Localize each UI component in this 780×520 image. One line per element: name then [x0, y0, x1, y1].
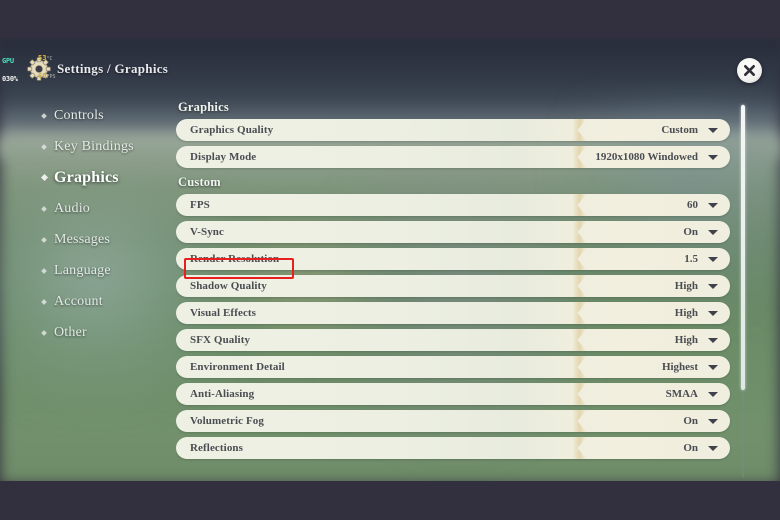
chevron-down-icon[interactable] — [708, 419, 718, 424]
setting-row-graphics-quality[interactable]: Graphics Quality Custom — [176, 119, 730, 141]
setting-value: 60 — [687, 199, 698, 211]
setting-label: Shadow Quality — [190, 280, 267, 292]
setting-label: SFX Quality — [190, 334, 251, 346]
settings-header: Settings / Graphics — [0, 48, 780, 88]
settings-sidebar: Controls Key Bindings Graphics Audio Message… — [38, 100, 168, 348]
chevron-down-icon[interactable] — [708, 203, 718, 208]
setting-value: On — [683, 415, 698, 427]
sidebar-item-other[interactable]: Other — [38, 317, 168, 348]
sidebar-bullet-icon — [41, 236, 47, 243]
sidebar-bullet-icon — [41, 205, 47, 212]
row-divider-notch — [572, 410, 586, 432]
chevron-down-icon[interactable] — [708, 311, 718, 316]
sidebar-bullet-icon — [40, 173, 49, 182]
setting-label: V-Sync — [190, 226, 225, 238]
settings-group-title: Graphics — [178, 100, 229, 114]
chevron-down-icon[interactable] — [708, 128, 718, 133]
setting-label: Anti-Aliasing — [190, 388, 255, 400]
setting-label: FPS — [190, 199, 210, 211]
chevron-down-icon[interactable] — [708, 284, 718, 289]
setting-value: On — [683, 226, 698, 238]
setting-value: High — [674, 334, 698, 346]
panel-scrollbar-thumb[interactable] — [741, 105, 745, 390]
setting-row-sfx-quality[interactable]: SFX Quality High — [176, 329, 730, 351]
sidebar-item-label: Messages — [54, 231, 111, 247]
chevron-down-icon[interactable] — [708, 257, 718, 262]
setting-row-v-sync[interactable]: V-Sync On — [176, 221, 730, 243]
setting-value: Custom — [661, 124, 698, 136]
row-divider-notch — [572, 437, 586, 459]
page-title: Settings / Graphics — [57, 61, 169, 76]
letterbox-bottom — [0, 481, 780, 520]
settings-group-title: Custom — [178, 175, 221, 189]
setting-value: 1.5 — [684, 253, 698, 265]
sidebar-item-messages[interactable]: Messages — [38, 224, 168, 255]
sidebar-item-label: Controls — [54, 107, 104, 123]
setting-label: Environment Detail — [190, 361, 285, 373]
setting-value: Highest — [661, 361, 698, 373]
sidebar-item-graphics[interactable]: Graphics — [38, 162, 168, 193]
row-divider-notch — [572, 383, 586, 405]
chevron-down-icon[interactable] — [708, 365, 718, 370]
chevron-down-icon[interactable] — [708, 392, 718, 397]
setting-value: High — [674, 307, 698, 319]
gear-icon — [26, 56, 52, 82]
sidebar-bullet-icon — [41, 112, 47, 119]
setting-row-fps[interactable]: FPS 60 — [176, 194, 730, 216]
letterbox-top — [0, 0, 780, 38]
sidebar-item-controls[interactable]: Controls — [38, 100, 168, 131]
setting-row-anti-aliasing[interactable]: Anti-Aliasing SMAA — [176, 383, 730, 405]
setting-value: SMAA — [665, 388, 698, 400]
chevron-down-icon[interactable] — [708, 230, 718, 235]
sidebar-bullet-icon — [41, 267, 47, 274]
sidebar-item-label: Account — [54, 293, 103, 309]
sidebar-item-key-bindings[interactable]: Key Bindings — [38, 131, 168, 162]
sidebar-item-label: Language — [54, 262, 111, 278]
setting-value: On — [683, 442, 698, 454]
setting-label: Graphics Quality — [190, 124, 274, 136]
row-divider-notch — [572, 302, 586, 324]
setting-row-shadow-quality[interactable]: Shadow Quality High — [176, 275, 730, 297]
setting-row-environment-detail[interactable]: Environment Detail Highest — [176, 356, 730, 378]
setting-label: Reflections — [190, 442, 244, 454]
row-divider-notch — [572, 248, 586, 270]
sidebar-bullet-icon — [41, 298, 47, 305]
sidebar-item-label: Graphics — [54, 168, 119, 186]
game-settings-screen: GPU 030% 53°C 60FPS Settings / Graphics … — [0, 0, 780, 520]
row-divider-notch — [572, 194, 586, 216]
row-divider-notch — [572, 119, 586, 141]
row-divider-notch — [572, 356, 586, 378]
row-divider-notch — [572, 329, 586, 351]
setting-value: High — [674, 280, 698, 292]
sidebar-item-label: Other — [54, 324, 87, 340]
sidebar-item-label: Key Bindings — [54, 138, 134, 154]
sidebar-item-label: Audio — [54, 200, 90, 216]
row-divider-notch — [572, 275, 586, 297]
chevron-down-icon[interactable] — [708, 446, 718, 451]
sidebar-bullet-icon — [41, 329, 47, 336]
chevron-down-icon[interactable] — [708, 338, 718, 343]
setting-row-display-mode[interactable]: Display Mode 1920x1080 Windowed — [176, 146, 730, 168]
sidebar-item-language[interactable]: Language — [38, 255, 168, 286]
setting-row-render-resolution[interactable]: Render Resolution 1.5 — [176, 248, 730, 270]
setting-row-volumetric-fog[interactable]: Volumetric Fog On — [176, 410, 730, 432]
setting-row-reflections[interactable]: Reflections On — [176, 437, 730, 459]
setting-label: Visual Effects — [190, 307, 257, 319]
sidebar-bullet-icon — [41, 143, 47, 150]
setting-label: Display Mode — [190, 151, 257, 163]
sidebar-item-audio[interactable]: Audio — [38, 193, 168, 224]
setting-label: Render Resolution — [190, 253, 280, 265]
setting-row-visual-effects[interactable]: Visual Effects High — [176, 302, 730, 324]
chevron-down-icon[interactable] — [708, 155, 718, 160]
row-divider-notch — [572, 146, 586, 168]
settings-panel: Graphics Graphics Quality Custom Display Mo… — [176, 100, 732, 481]
close-icon[interactable] — [737, 58, 762, 83]
setting-value: 1920x1080 Windowed — [595, 151, 698, 163]
row-divider-notch — [572, 221, 586, 243]
setting-label: Volumetric Fog — [190, 415, 265, 427]
sidebar-item-account[interactable]: Account — [38, 286, 168, 317]
